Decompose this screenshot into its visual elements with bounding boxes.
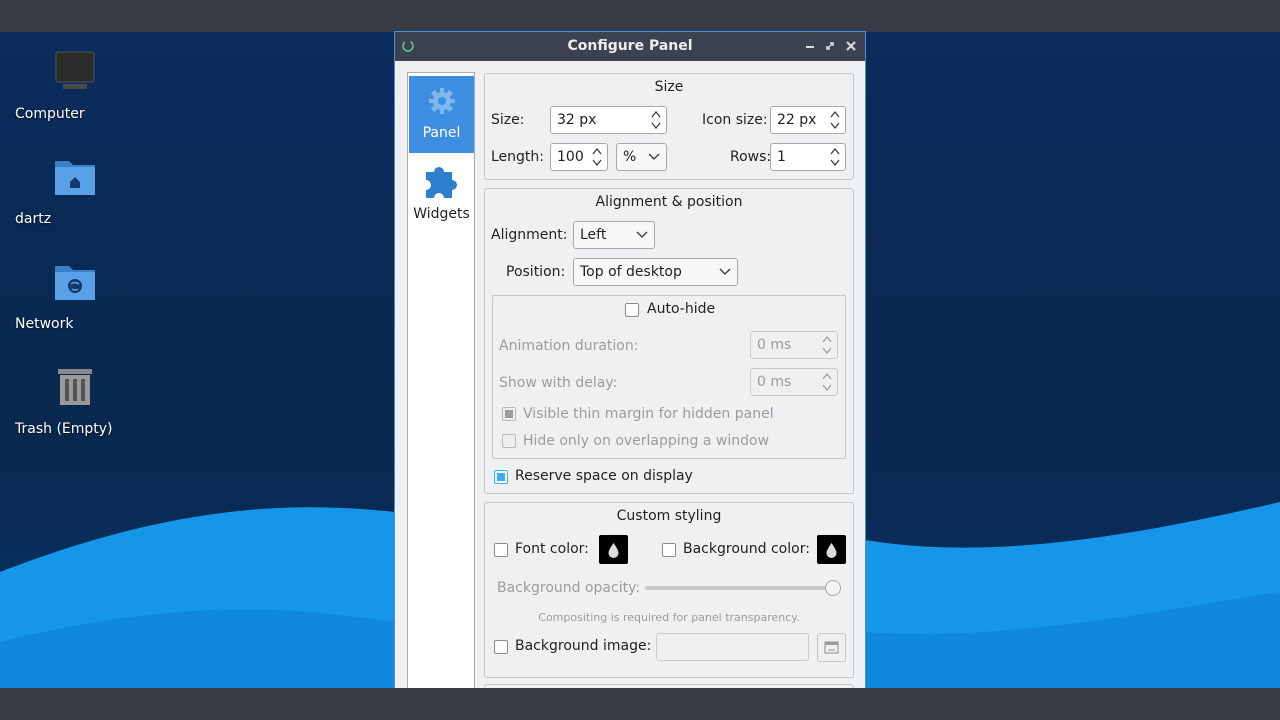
alignment-group-title: Alignment & position [595, 194, 743, 210]
gear-icon [428, 88, 455, 114]
puzzle-icon [425, 167, 457, 198]
minimize-button[interactable] [801, 37, 819, 55]
desktop-icon-label: Network [15, 316, 74, 332]
overlap-label: Hide only on overlapping a window [523, 433, 770, 449]
icon-size-value: 22 px [777, 112, 817, 128]
close-icon [846, 41, 856, 51]
autohide-frame: Auto-hide Animation duration: 0 ms Show … [492, 295, 846, 459]
background-color-checkbox[interactable] [662, 543, 676, 557]
size-spinbox[interactable]: 32 px [550, 106, 667, 134]
spin-arrows-icon[interactable] [821, 334, 833, 356]
alignment-combo[interactable]: Left [573, 221, 655, 249]
spin-arrows-icon[interactable] [829, 109, 841, 131]
styling-group-title: Custom styling [616, 508, 722, 524]
background-image-browse-button[interactable] [817, 633, 846, 662]
chevron-down-icon [648, 153, 660, 160]
size-label: Size: [491, 112, 525, 128]
desktop-icon-home[interactable]: dartz [15, 153, 135, 227]
spin-arrows-icon[interactable] [650, 109, 662, 131]
reserve-space-checkbox[interactable] [494, 470, 508, 484]
restore-icon [826, 42, 834, 50]
thin-margin-checkbox[interactable] [502, 407, 516, 421]
font-color-button[interactable] [599, 535, 628, 564]
computer-icon [55, 51, 95, 89]
show-delay-label: Show with delay: [499, 375, 618, 391]
length-label: Length: [491, 149, 545, 165]
length-spinbox[interactable]: 100 [550, 143, 608, 171]
sidebar-item-panel[interactable]: Panel [409, 76, 474, 153]
background-image-label: Background image: [515, 638, 652, 654]
sidebar-item-label: Widgets [413, 206, 470, 222]
position-value: Top of desktop [580, 264, 682, 280]
opacity-slider-track[interactable] [645, 586, 841, 590]
chevron-down-icon [719, 268, 731, 275]
size-value: 32 px [557, 112, 597, 128]
chevron-down-icon [636, 231, 648, 238]
font-color-checkbox[interactable] [494, 543, 508, 557]
length-unit-combo[interactable]: % [616, 143, 667, 171]
size-group-title: Size [654, 79, 684, 95]
background-image-checkbox[interactable] [494, 640, 508, 654]
rows-spinbox[interactable]: 1 [770, 143, 846, 171]
sidebar-item-widgets[interactable]: Widgets [409, 156, 474, 228]
color-drop-icon [826, 543, 837, 558]
alignment-group: Alignment & position Alignment: Left Pos… [484, 188, 854, 494]
color-drop-icon [608, 543, 619, 558]
image-browse-icon [824, 641, 839, 654]
length-unit-value: % [623, 149, 637, 165]
rows-value: 1 [777, 149, 786, 165]
spin-arrows-icon[interactable] [591, 146, 603, 168]
reserve-space-label: Reserve space on display [515, 468, 693, 484]
position-combo[interactable]: Top of desktop [573, 258, 738, 286]
thin-margin-label: Visible thin margin for hidden panel [523, 406, 774, 422]
desktop-icon-label: Trash (Empty) [15, 421, 113, 437]
autohide-label: Auto-hide [647, 301, 716, 317]
overlap-checkbox[interactable] [502, 434, 516, 448]
home-folder-icon [55, 161, 95, 195]
desktop-icon-computer[interactable]: Computer [15, 48, 135, 122]
config-sidebar: Panel Widgets [407, 72, 475, 688]
opacity-slider-handle[interactable] [825, 580, 841, 596]
desktop-icon-network[interactable]: Network [15, 258, 135, 332]
animation-duration-spinbox[interactable]: 0 ms [750, 331, 838, 359]
desktop-icon-label: dartz [15, 211, 52, 227]
show-delay-spinbox[interactable]: 0 ms [750, 368, 838, 396]
length-value: 100 [557, 149, 584, 165]
spin-arrows-icon[interactable] [821, 371, 833, 393]
compositing-note: Compositing is required for panel transp… [538, 611, 800, 624]
desktop-icon-trash[interactable]: Trash (Empty) [15, 363, 135, 437]
icon-size-label: Icon size: [702, 112, 768, 128]
network-folder-icon [55, 266, 95, 300]
font-color-label: Font color: [515, 541, 589, 557]
rows-label: Rows: [730, 149, 772, 165]
desktop-icon-label: Computer [15, 106, 85, 122]
sidebar-item-label: Panel [422, 125, 461, 141]
animation-duration-label: Animation duration: [499, 338, 639, 354]
close-button[interactable] [842, 37, 860, 55]
bottom-bar [0, 688, 1280, 720]
background-opacity-label: Background opacity: [497, 580, 641, 596]
configure-panel-window: Configure Panel Panel Widgets Size Size:… [395, 32, 865, 688]
alignment-label: Alignment: [491, 227, 568, 243]
background-image-path-field[interactable] [656, 633, 809, 661]
alignment-value: Left [580, 227, 607, 243]
spin-arrows-icon[interactable] [829, 146, 841, 168]
autohide-checkbox[interactable] [625, 303, 639, 317]
window-title: Configure Panel [567, 38, 693, 54]
position-label: Position: [506, 264, 566, 280]
window-titlebar[interactable]: Configure Panel [395, 32, 865, 61]
background-color-button[interactable] [817, 535, 846, 564]
show-delay-value: 0 ms [757, 374, 792, 390]
trash-icon [58, 369, 92, 405]
restore-button[interactable] [821, 37, 839, 55]
size-group: Size Size: 32 px Icon size: 22 px Length… [484, 73, 854, 180]
top-panel [0, 0, 1280, 32]
minimize-icon [806, 46, 814, 48]
animation-duration-value: 0 ms [757, 337, 792, 353]
styling-group: Custom styling Font color: Background co… [484, 502, 854, 678]
background-color-label: Background color: [683, 541, 810, 557]
icon-size-spinbox[interactable]: 22 px [770, 106, 846, 134]
